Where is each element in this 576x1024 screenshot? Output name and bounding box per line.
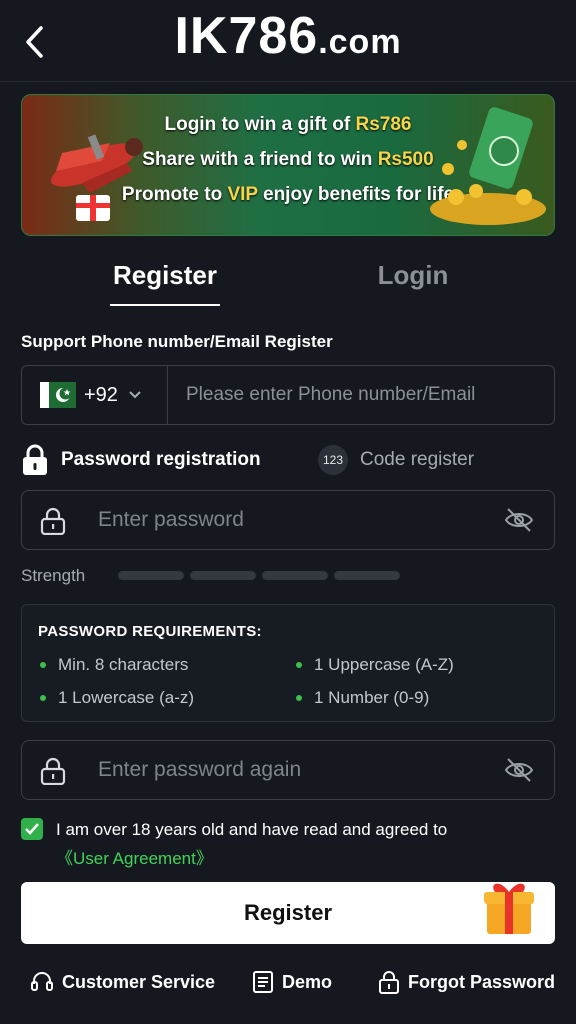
password-input[interactable]: [98, 491, 478, 549]
customer-service-label: Customer Service: [62, 971, 216, 992]
confirm-password-field: [21, 740, 555, 800]
banner-line3-suffix: enjoy benefits for life: [257, 184, 455, 205]
code-register-option[interactable]: 123 Code register: [318, 440, 474, 480]
banner-line2: Share with a friend to win: [142, 149, 378, 170]
requirements-title: PASSWORD REQUIREMENTS:: [38, 623, 262, 640]
checkmark-icon: [25, 823, 39, 835]
requirement-item: 1 Number (0-9): [296, 688, 429, 708]
requirement-item: 1 Uppercase (A-Z): [296, 655, 454, 675]
status-dot: [296, 662, 302, 668]
agreement-row: I am over 18 years old and have read and…: [21, 818, 555, 868]
chevron-down-icon: [129, 391, 141, 399]
customer-service-link[interactable]: Customer Service: [30, 970, 215, 994]
agree-checkbox[interactable]: [21, 818, 43, 840]
password-registration-label: Password registration: [61, 449, 261, 470]
phone-email-input[interactable]: [170, 366, 554, 424]
status-dot: [40, 695, 46, 701]
register-button[interactable]: Register: [21, 882, 555, 944]
requirement-item: Min. 8 characters: [40, 655, 188, 675]
banner-line1: Login to win a gift of: [164, 114, 356, 135]
country-code: +92: [84, 383, 118, 406]
confirm-password-input[interactable]: [98, 741, 478, 799]
gift-icon: [484, 883, 534, 934]
eye-off-icon[interactable]: [504, 756, 534, 784]
pakistan-flag-icon: [40, 382, 76, 408]
strength-bar-3: [262, 571, 328, 580]
brand-suffix: .com: [318, 23, 402, 61]
password-registration-option[interactable]: Password registration: [21, 440, 261, 480]
demo-label: Demo: [282, 971, 333, 992]
requirement-text: 1 Lowercase (a-z): [58, 688, 195, 707]
status-dot: [296, 695, 302, 701]
country-code-selector[interactable]: +92: [22, 366, 168, 424]
requirement-item: 1 Lowercase (a-z): [40, 688, 194, 708]
brand-main: IK786: [174, 7, 319, 65]
coins-icon: [430, 107, 546, 225]
password-field: [21, 490, 555, 550]
user-agreement-link[interactable]: 《User Agreement》: [56, 844, 213, 869]
banner-highlight-3: VIP: [227, 184, 258, 205]
headset-icon: [30, 970, 54, 994]
lock-icon: [378, 970, 400, 994]
lock-icon: [40, 507, 66, 535]
banner-highlight-1: Rs786: [355, 114, 412, 135]
code-register-label: Code register: [360, 449, 475, 470]
password-strength: Strength: [21, 562, 555, 588]
forgot-password-label: Forgot Password: [408, 971, 556, 992]
strength-bar-1: [118, 571, 184, 580]
forgot-password-link[interactable]: Forgot Password: [378, 970, 555, 994]
brand-logo: IK786.com: [0, 6, 576, 66]
strength-label: Strength: [21, 566, 86, 585]
support-label: Support Phone number/Email Register: [21, 332, 333, 351]
requirement-text: 1 Number (0-9): [314, 688, 430, 707]
phone-input-group: +92: [21, 365, 555, 425]
promo-banner[interactable]: Login to win a gift of Rs786 Share with …: [21, 94, 555, 236]
eye-off-icon[interactable]: [504, 506, 534, 534]
demo-link[interactable]: Demo: [252, 970, 332, 994]
footer-links: Customer Service Demo Forgot Password: [0, 964, 576, 1008]
lock-icon: [23, 444, 47, 475]
banner-line3: Promote to: [121, 184, 228, 205]
strength-bar-2: [190, 571, 256, 580]
register-mode-selector: Password registration 123 Code register: [21, 440, 555, 480]
register-button-label: Register: [243, 900, 333, 925]
auth-tabs: Register Login: [0, 252, 576, 308]
status-dot: [40, 662, 46, 668]
tab-register[interactable]: Register: [110, 260, 220, 291]
top-bar: IK786.com: [0, 0, 576, 82]
active-tab-indicator: [110, 304, 220, 306]
agree-text: I am over 18 years old and have read and…: [56, 820, 448, 839]
tab-login[interactable]: Login: [360, 260, 466, 291]
requirement-text: Min. 8 characters: [58, 655, 189, 674]
document-icon: [252, 970, 274, 994]
banner-highlight-2: Rs500: [377, 149, 434, 170]
code-123-icon: 123: [318, 445, 348, 475]
requirement-text: 1 Uppercase (A-Z): [314, 655, 454, 674]
strength-bar-4: [334, 571, 400, 580]
password-requirements: PASSWORD REQUIREMENTS: Min. 8 characters…: [21, 604, 555, 722]
lock-icon: [40, 757, 66, 785]
